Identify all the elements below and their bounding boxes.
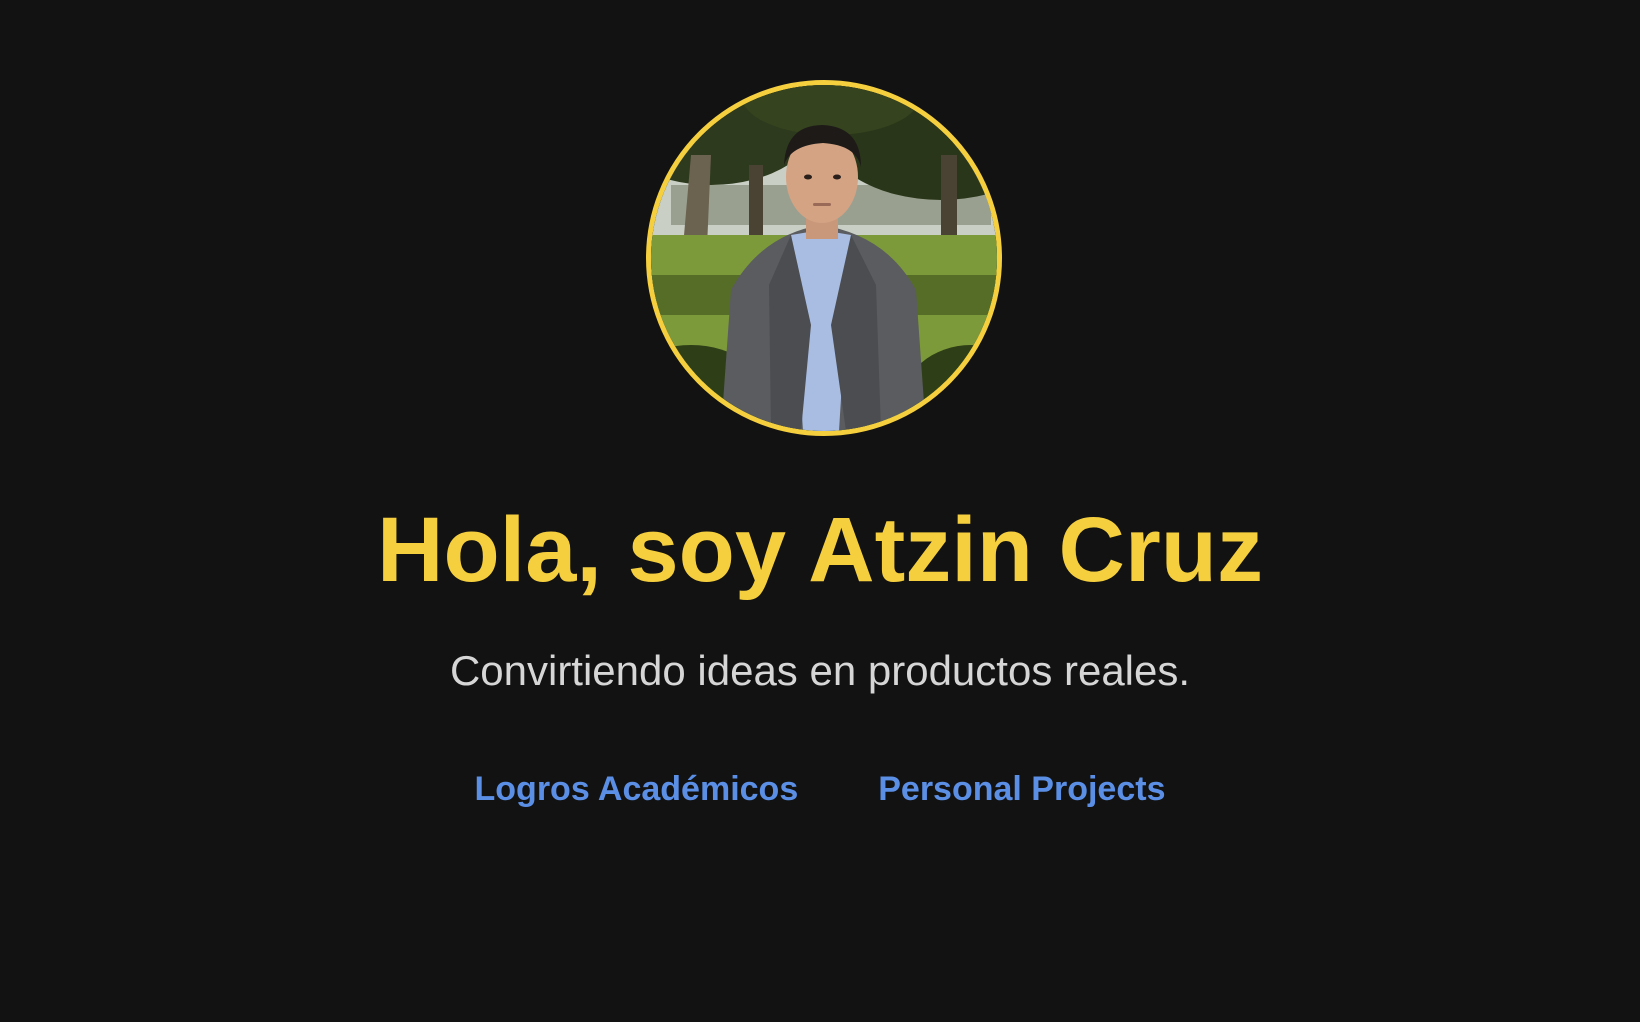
- main-nav: Logros Académicos Personal Projects: [0, 767, 1640, 811]
- profile-photo-illustration: [651, 85, 997, 431]
- profile-photo: [646, 80, 1002, 436]
- nav-link-logros-academicos[interactable]: Logros Académicos: [475, 767, 799, 811]
- nav-link-personal-projects[interactable]: Personal Projects: [878, 767, 1165, 811]
- page: Hola, soy Atzin Cruz Convirtiendo ideas …: [0, 0, 1640, 1022]
- hero-title: Hola, soy Atzin Cruz: [377, 499, 1263, 601]
- hero-subtitle: Convirtiendo ideas en productos reales.: [449, 647, 1191, 694]
